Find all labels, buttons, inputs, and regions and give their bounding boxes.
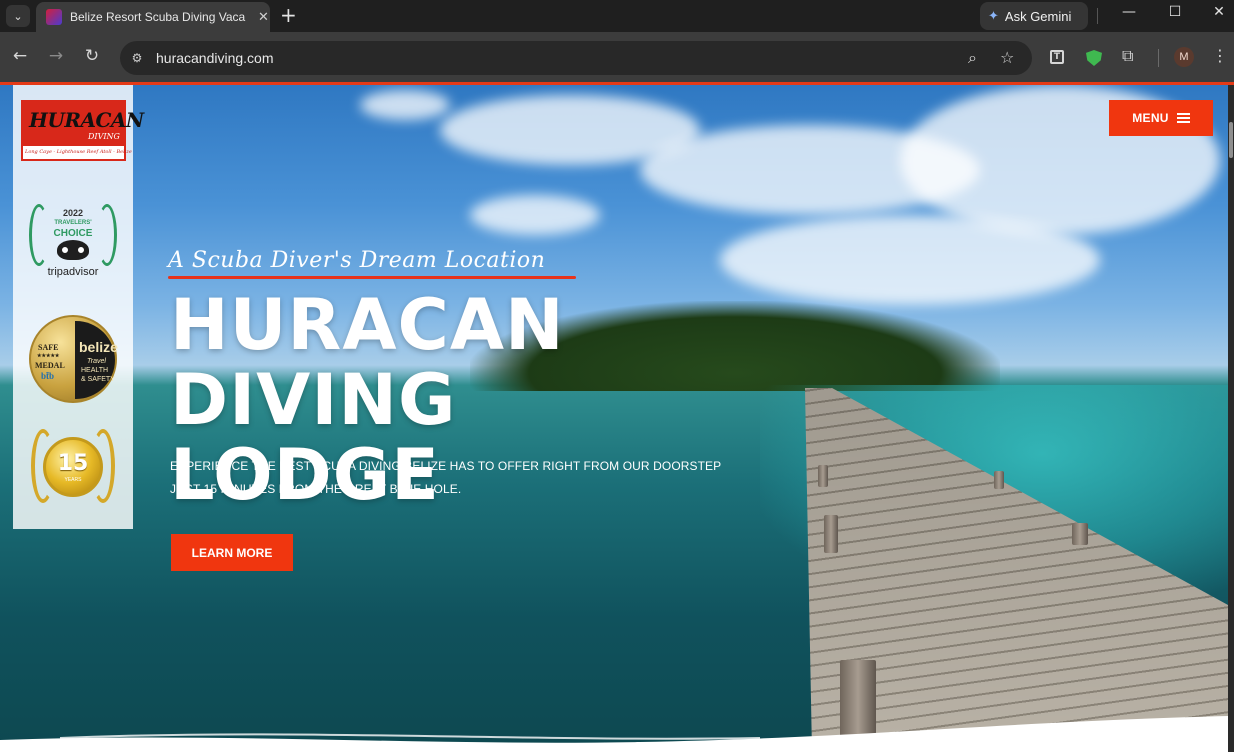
pier-post [994,471,1004,489]
pier-post [824,515,838,553]
safe-medal-badge[interactable]: SAFE ★★★★★ MEDAL bt̃b belize Travel HEAL… [29,315,118,403]
close-tab-icon[interactable]: ✕ [258,10,269,25]
tripadvisor-year: 2022 [62,208,84,218]
browser-tab-strip: ⌄ Belize Resort Scuba Diving Vaca ✕ + ✦ … [0,0,1234,32]
cloud [470,195,600,235]
tripadvisor-choice: CHOICE [53,228,93,239]
extension-t-icon[interactable]: T [1050,50,1064,64]
badge-sidebar: HURACAN DIVING Long Caye - Lighthouse Re… [13,85,144,529]
forward-arrow-icon[interactable]: → [44,46,68,66]
maximize-window-button[interactable]: ☐ [1160,4,1190,20]
hero-tagline: A Scuba Diver's Dream Location [168,248,546,273]
site-logo[interactable]: HURACAN DIVING Long Caye - Lighthouse Re… [21,100,144,161]
page-scrollbar[interactable] [1228,85,1234,752]
tab-title: Belize Resort Scuba Diving Vaca [70,10,246,24]
belize-wordmark: belize [79,339,118,355]
scrollbar-thumb[interactable] [1229,122,1233,158]
hero-subtext: EXPERIENCE THE BEST SCUBA DIVING BELIZE … [170,459,722,496]
anniversary-word: YEARS [64,477,82,483]
browser-toolbar: ← → ↻ ⚙ huracandiving.com ⌕ ☆ T ⧉ M ⋮ [0,32,1234,82]
bottom-wave-divider [0,716,1228,752]
site-favicon-icon [46,9,62,25]
tab-search-button[interactable]: ⌄ [6,5,30,27]
tripadvisor-label: TRAVELERS' [54,220,92,226]
profile-avatar[interactable]: M [1174,47,1194,67]
cloud [720,215,1100,305]
ask-gemini-label: Ask Gemini [1004,8,1072,24]
pier-post [818,465,828,487]
reload-icon[interactable]: ↻ [80,46,104,66]
health-label: HEALTH [81,367,109,374]
logo-tagline: Long Caye - Lighthouse Reef Atoll - Beli… [25,149,132,155]
address-bar[interactable]: ⚙ huracandiving.com ⌕ ☆ [120,41,1032,75]
menu-button[interactable]: MENU [1109,100,1213,136]
medal-label: MEDAL [35,361,65,370]
owl-eye [75,244,87,256]
safe-stars: ★★★★★ [37,354,60,359]
menu-label: MENU [1132,111,1169,125]
url-text[interactable]: huracandiving.com [156,50,274,66]
toolbar-divider [1158,49,1159,67]
back-arrow-icon[interactable]: ← [8,46,32,66]
site-info-icon[interactable]: ⚙ [128,49,146,67]
headline-line-1: HURACAN [170,284,565,366]
logo-sub: DIVING [88,132,120,141]
bookmark-star-icon[interactable]: ☆ [1000,48,1014,67]
shield-extension-icon[interactable] [1086,50,1102,66]
fifteen-years-badge[interactable]: 15 YEARS [29,427,117,515]
safe-label: SAFE [38,343,59,352]
bto-logo: bt̃b [41,371,55,381]
hamburger-icon [1176,113,1190,123]
anniversary-number: 15 [57,451,89,476]
tagline-underline [168,276,576,279]
gemini-sparkle-icon: ✦ [988,8,999,23]
zoom-icon[interactable]: ⌕ [968,48,977,68]
minimize-window-button[interactable]: — [1114,4,1144,20]
new-tab-button[interactable]: + [280,4,297,26]
close-window-button[interactable]: ✕ [1204,4,1234,20]
chevron-down-icon: ⌄ [13,9,23,23]
safety-label: & SAFETY [81,376,115,383]
tripadvisor-owl-icon [57,240,89,260]
cloud [360,90,450,120]
learn-more-button[interactable]: LEARN MORE [171,534,293,571]
extensions-puzzle-icon[interactable]: ⧉ [1122,46,1133,66]
browser-tab-active[interactable]: Belize Resort Scuba Diving Vaca ✕ [36,2,270,32]
tabstrip-divider [1097,8,1098,24]
ask-gemini-button[interactable]: ✦ Ask Gemini [980,2,1088,30]
owl-eye [59,244,71,256]
tripadvisor-travelers-choice-badge[interactable]: 2022 TRAVELERS' CHOICE tripadvisor [27,200,119,290]
tripadvisor-brand: tripadvisor [47,266,99,278]
page-viewport: HURACAN DIVING Long Caye - Lighthouse Re… [0,82,1234,752]
pier-post [1072,523,1088,545]
browser-menu-icon[interactable]: ⋮ [1212,46,1228,65]
travel-label: Travel [87,358,106,365]
logo-name: HURACAN [29,108,144,132]
